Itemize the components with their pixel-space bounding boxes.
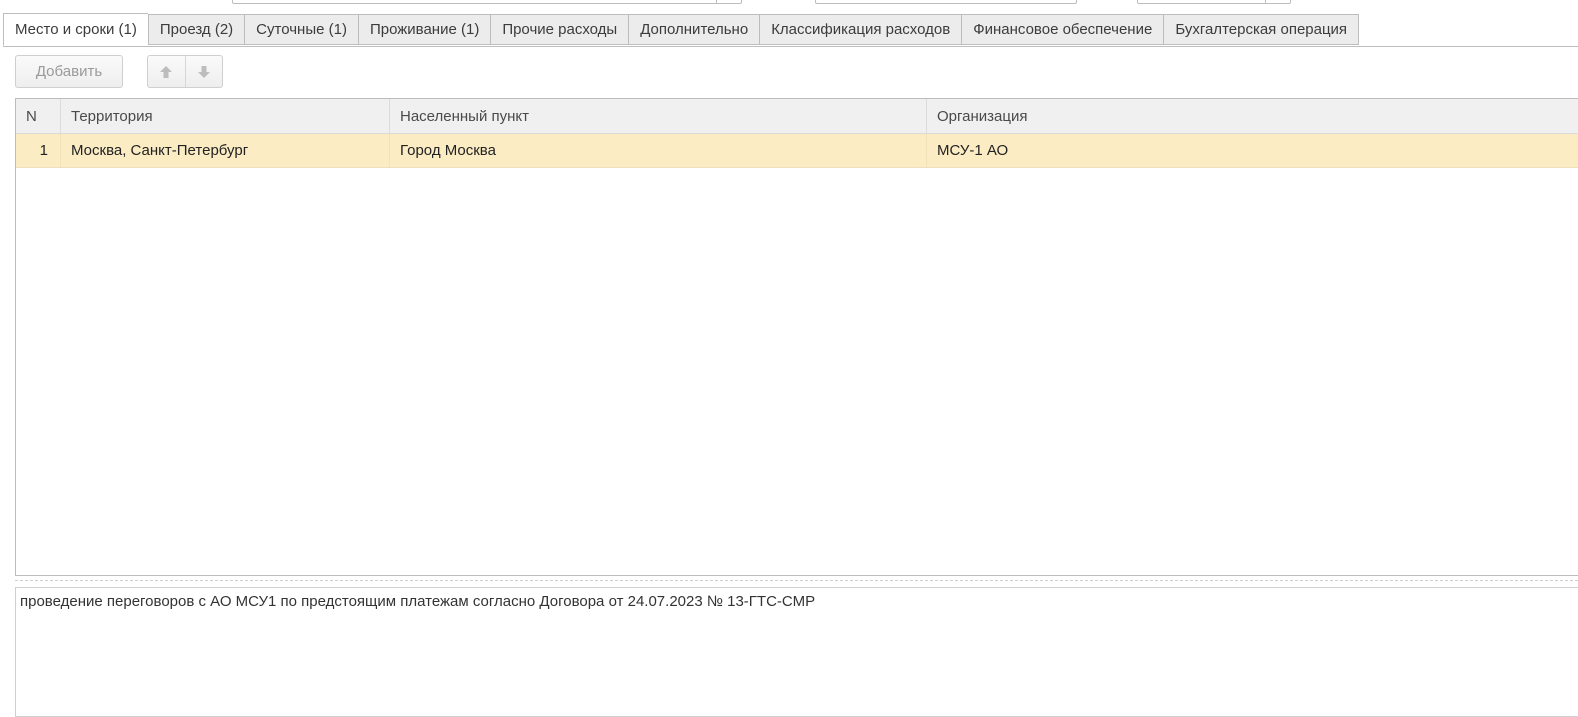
table-row[interactable]: 1 Москва, Санкт-Петербург Город Москва М…	[16, 134, 1578, 168]
tabs-divider	[3, 46, 1578, 47]
description-field[interactable]: проведение переговоров с АО МСУ1 по пред…	[15, 587, 1578, 717]
move-buttons	[147, 55, 223, 88]
move-down-button[interactable]	[184, 56, 223, 87]
tab-per-diem[interactable]: Суточные (1)	[244, 14, 358, 45]
tab-place-dates[interactable]: Место и сроки (1)	[3, 13, 148, 46]
top-field-1[interactable]	[232, 0, 742, 4]
tab-strip: Место и сроки (1) Проезд (2) Суточные (1…	[3, 13, 1360, 47]
column-header-city[interactable]: Населенный пункт	[390, 99, 927, 133]
top-field-3[interactable]	[1137, 0, 1291, 4]
places-table: N Территория Населенный пункт Организаци…	[15, 98, 1578, 576]
cell-city[interactable]: Город Москва	[390, 134, 927, 167]
table-header: N Территория Населенный пункт Организаци…	[16, 99, 1578, 134]
tab-travel[interactable]: Проезд (2)	[147, 14, 245, 45]
tab-additional[interactable]: Дополнительно	[628, 14, 760, 45]
tab-financial-support[interactable]: Финансовое обеспечение	[961, 14, 1164, 45]
arrow-up-icon	[160, 65, 173, 78]
column-header-territory[interactable]: Территория	[61, 99, 390, 133]
add-button[interactable]: Добавить	[15, 55, 123, 88]
tab-accounting-operation[interactable]: Бухгалтерская операция	[1163, 14, 1360, 45]
tab-other-expenses[interactable]: Прочие расходы	[490, 14, 629, 45]
move-up-button[interactable]	[148, 56, 185, 87]
column-header-n[interactable]: N	[16, 99, 61, 133]
top-field-2[interactable]	[815, 0, 1077, 4]
tab-expense-classification[interactable]: Классификация расходов	[759, 14, 962, 45]
column-header-organization[interactable]: Организация	[927, 99, 1578, 133]
cell-n[interactable]: 1	[16, 134, 61, 167]
arrow-down-icon	[197, 65, 210, 78]
tab-accommodation[interactable]: Проживание (1)	[357, 14, 491, 45]
cell-organization[interactable]: МСУ-1 АО	[927, 134, 1578, 167]
cell-territory[interactable]: Москва, Санкт-Петербург	[61, 134, 390, 167]
